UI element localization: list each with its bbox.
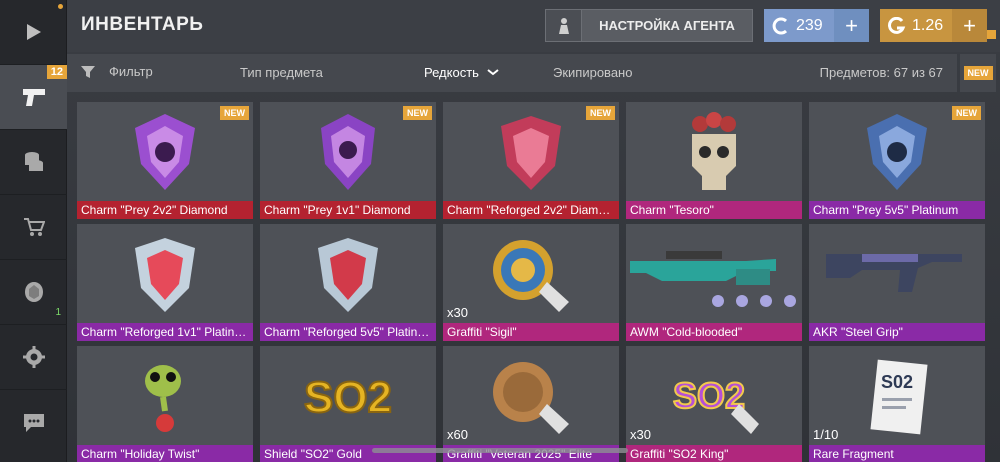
agent-icon (546, 10, 582, 41)
item-card[interactable]: NEW Charm "Reforged 2v2" Diamond (443, 102, 619, 219)
inventory-screen: 12 1 ИНВЕНТАРЬ НАСТРОЙКА АГЕНТА 239 + 1.… (0, 0, 1000, 462)
filter-bar: Фильтр Тип предмета Редкость Экипировано… (67, 54, 957, 92)
item-art: SO2 (260, 346, 436, 446)
item-card[interactable]: SO2 Shield "SO2" Gold (260, 346, 436, 462)
agent-settings-label: НАСТРОЙКА АГЕНТА (599, 18, 735, 33)
cart-icon (23, 218, 45, 236)
play-icon (26, 24, 41, 40)
item-quantity: x30 (447, 305, 468, 320)
item-art (443, 224, 619, 324)
svg-text:S02: S02 (881, 372, 913, 392)
item-card[interactable]: SO2 x30 Graffiti "SO2 King" (626, 346, 802, 462)
item-card[interactable]: Charm "Reforged 1v1" Platinum (77, 224, 253, 341)
credits-balance: 239 + (764, 9, 869, 42)
notification-dot (58, 4, 63, 9)
item-name: Charm "Reforged 5v5" Platinum (260, 323, 436, 341)
gold-value-container: 1.26 (880, 9, 952, 42)
item-card[interactable]: NEW Charm "Prey 1v1" Diamond (260, 102, 436, 219)
sidebar-item-play[interactable] (0, 0, 67, 65)
gold-value: 1.26 (912, 16, 944, 34)
item-art (626, 102, 802, 202)
item-quantity: x60 (447, 427, 468, 442)
item-art (77, 224, 253, 324)
item-art: SO2 (626, 346, 802, 446)
item-name: Charm "Prey 5v5" Platinum (809, 201, 985, 219)
item-name: AWM "Cold-blooded" (626, 323, 802, 341)
pistol-icon (22, 89, 45, 106)
add-gold-button[interactable]: + (952, 9, 987, 42)
filter-label: Фильтр (109, 64, 153, 79)
item-art (626, 224, 802, 324)
item-art (809, 224, 985, 324)
credits-value: 239 (796, 16, 823, 34)
item-quantity: x30 (630, 427, 651, 442)
item-card[interactable]: NEW Charm "Prey 2v2" Diamond (77, 102, 253, 219)
sidebar-item-chat[interactable] (0, 390, 67, 455)
add-credits-button[interactable]: + (834, 9, 869, 42)
gold-icon (888, 16, 906, 34)
rarity-label: Редкость (424, 65, 479, 80)
sidebar-item-shop[interactable] (0, 195, 67, 260)
item-card[interactable]: AKR "Steel Grip" (809, 224, 985, 341)
item-type-filter[interactable]: Тип предмета (240, 65, 323, 80)
item-card[interactable]: Charm "Reforged 5v5" Platinum (260, 224, 436, 341)
page-title: ИНВЕНТАРЬ (81, 14, 204, 35)
item-name: Graffiti "Sigil" (443, 323, 619, 341)
agent-settings-button[interactable]: НАСТРОЙКА АГЕНТА (545, 9, 753, 42)
item-art (260, 224, 436, 324)
new-badge: NEW (963, 66, 993, 80)
new-badge: NEW (952, 106, 981, 120)
coins-icon (24, 152, 43, 171)
item-card[interactable]: NEW Charm "Prey 5v5" Platinum (809, 102, 985, 219)
sidebar-item-market[interactable] (0, 130, 67, 195)
sidebar-item-clan[interactable]: 1 (0, 260, 67, 325)
scroll-indicator[interactable] (372, 448, 628, 453)
item-name: Charm "Tesoro" (626, 201, 802, 219)
rarity-sort[interactable]: Редкость (424, 65, 499, 80)
item-card[interactable]: x30 Graffiti "Sigil" (443, 224, 619, 341)
item-art (77, 346, 253, 446)
chevron-down-icon (487, 69, 499, 76)
sidebar-item-inventory[interactable]: 12 (0, 65, 67, 130)
new-badge: NEW (220, 106, 249, 120)
gear-icon (22, 346, 45, 368)
item-name: Charm "Prey 2v2" Diamond (77, 201, 253, 219)
item-name: Charm "Reforged 2v2" Diamond (443, 201, 619, 219)
chat-icon (23, 413, 44, 432)
sidebar: 12 1 (0, 0, 67, 462)
notification-dot (987, 30, 996, 39)
item-name: Rare Fragment (809, 445, 985, 462)
sidebar-item-settings[interactable] (0, 325, 67, 390)
credits-icon (772, 17, 788, 34)
item-card[interactable]: AWM "Cold-blooded" (626, 224, 802, 341)
item-name: Charm "Prey 1v1" Diamond (260, 201, 436, 219)
svg-text:SO2: SO2 (673, 375, 745, 416)
equipped-filter[interactable]: Экипировано (553, 65, 632, 80)
item-card[interactable]: x60 Graffiti "Veteran 2025" Elite (443, 346, 619, 462)
funnel-icon (81, 65, 95, 78)
new-badge: NEW (403, 106, 432, 120)
svg-text:SO2: SO2 (304, 373, 392, 422)
clan-count: 1 (55, 307, 61, 318)
items-count: Предметов: 67 из 67 (819, 65, 943, 80)
item-quantity: 1/10 (813, 427, 839, 442)
item-card[interactable]: Charm "Holiday Twist" (77, 346, 253, 462)
item-card[interactable]: Charm "Tesoro" (626, 102, 802, 219)
clan-icon (24, 282, 43, 302)
filter-button[interactable]: Фильтр (81, 64, 153, 79)
item-art (443, 346, 619, 446)
item-name: Charm "Holiday Twist" (77, 445, 253, 462)
new-badge: NEW (586, 106, 615, 120)
header: ИНВЕНТАРЬ НАСТРОЙКА АГЕНТА 239 + 1.26 + (67, 0, 1000, 52)
new-items-tab[interactable]: NEW (960, 54, 996, 92)
item-name: Charm "Reforged 1v1" Platinum (77, 323, 253, 341)
item-name: Graffiti "SO2 King" (626, 445, 802, 462)
item-name: AKR "Steel Grip" (809, 323, 985, 341)
gold-balance: 1.26 + (880, 9, 987, 42)
item-card[interactable]: S02 1/10 Rare Fragment (809, 346, 985, 462)
credits-value-container: 239 (764, 9, 834, 42)
inventory-count-badge: 12 (46, 65, 67, 79)
